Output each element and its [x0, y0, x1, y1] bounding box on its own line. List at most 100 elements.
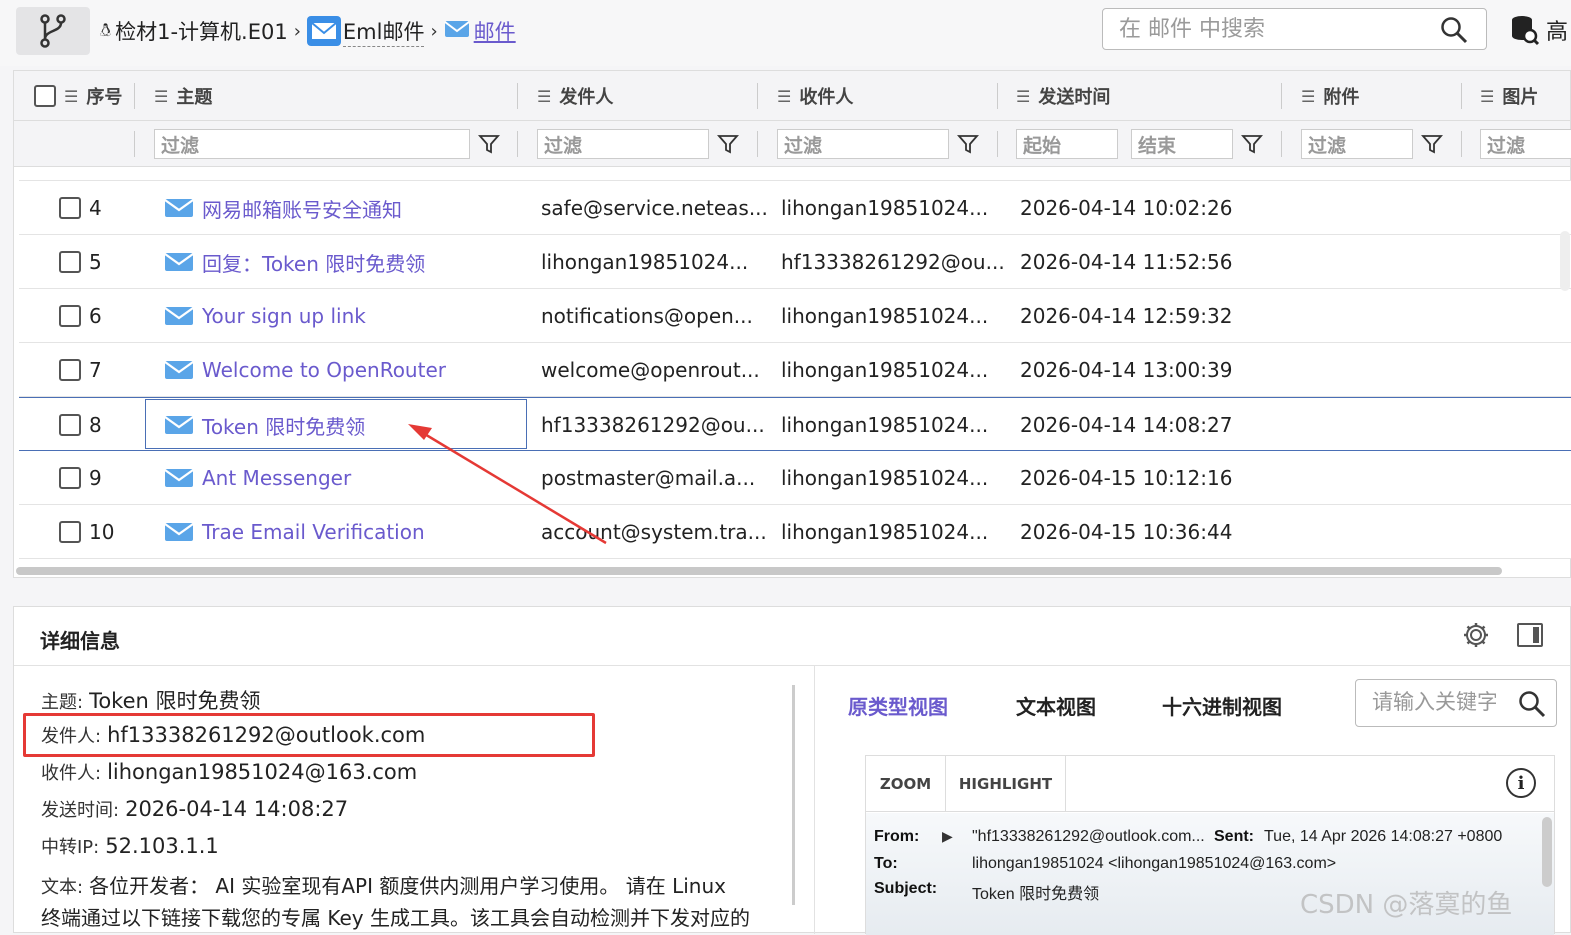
keyword-input[interactable]: [1356, 680, 1496, 724]
table-row[interactable]: 7 Welcome to OpenRouter welcome@openrout..…: [19, 343, 1571, 397]
row-sent-time: 2026-04-14 14:08:27: [1020, 413, 1233, 437]
row-index: 7: [89, 358, 102, 382]
panel-toggle-icon[interactable]: [1517, 623, 1543, 647]
row-checkbox[interactable]: [59, 251, 81, 273]
row-subject[interactable]: 网易邮箱账号安全通知: [202, 194, 402, 223]
row-subject[interactable]: Ant Messenger: [202, 466, 351, 490]
from-value: "hf13338261292@outlook.com...: [972, 828, 1205, 845]
filter-icon[interactable]: [717, 133, 739, 155]
row-subject[interactable]: Trae Email Verification: [202, 520, 425, 544]
from-label: From:: [874, 828, 920, 845]
row-sent-time: 2026-04-14 12:59:32: [1020, 304, 1233, 328]
row-recipient: lihongan19851024...: [781, 196, 989, 220]
column-menu-icon: ☰: [1480, 86, 1495, 106]
row-index: 8: [89, 413, 102, 437]
row-subject-cell[interactable]: Your sign up link: [164, 289, 366, 343]
row-recipient: lihongan19851024...: [781, 466, 989, 490]
row-subject[interactable]: 回复：Token 限时免费领: [202, 248, 425, 277]
breadcrumb-item-evidence[interactable]: 检材1-计算机.E01: [115, 16, 288, 46]
zoom-button[interactable]: ZOOM: [866, 756, 946, 812]
breadcrumb-item-mail[interactable]: 邮件: [474, 16, 516, 46]
row-recipient: lihongan19851024...: [781, 304, 989, 328]
select-all-checkbox[interactable]: [34, 85, 56, 107]
time-start-filter[interactable]: 起始: [1016, 129, 1118, 159]
database-search-icon[interactable]: [1510, 14, 1540, 50]
row-sender: safe@service.neteas...: [541, 196, 768, 220]
table-row[interactable]: 8 Token 限时免费领 hf13338261292@ou... lihongan1…: [19, 397, 1571, 451]
column-header-subject[interactable]: ☰ 主题: [154, 71, 212, 121]
column-header-image[interactable]: ☰ 图片: [1480, 71, 1538, 121]
subject-value: Token 限时免费领: [972, 886, 1100, 903]
row-recipient: lihongan19851024...: [781, 358, 989, 382]
table-row-partial: [19, 167, 1571, 181]
branch-button[interactable]: [16, 7, 90, 55]
search-icon[interactable]: [1518, 690, 1546, 722]
tab-prototype-view[interactable]: 原类型视图: [848, 691, 948, 720]
focused-cell-outline: [145, 399, 527, 449]
row-sent-time: 2026-04-14 13:00:39: [1020, 358, 1233, 382]
row-checkbox[interactable]: [59, 359, 81, 381]
table-row[interactable]: 5 回复：Token 限时免费领 lihongan19851024... hf1333…: [19, 235, 1571, 289]
subject-filter[interactable]: 过滤: [154, 129, 470, 159]
eml-icon: [306, 16, 341, 46]
table-row[interactable]: 10 Trae Email Verification account@system.…: [19, 505, 1571, 559]
row-checkbox[interactable]: [59, 467, 81, 489]
row-checkbox[interactable]: [59, 305, 81, 327]
filter-icon[interactable]: [1421, 133, 1443, 155]
expand-triangle-icon[interactable]: ▶: [942, 828, 953, 845]
column-menu-icon: ☰: [1016, 86, 1031, 106]
highlight-button[interactable]: HIGHLIGHT: [946, 756, 1066, 812]
search-input[interactable]: [1103, 9, 1423, 49]
row-sender: welcome@openrout...: [541, 358, 760, 382]
row-sender: account@system.tra...: [541, 520, 767, 544]
viewer-scrollbar[interactable]: [1542, 817, 1552, 887]
advanced-label[interactable]: 高: [1546, 14, 1568, 46]
row-checkbox[interactable]: [59, 197, 81, 219]
row-subject-cell[interactable]: 网易邮箱账号安全通知: [164, 181, 402, 235]
column-header-index[interactable]: ☰ 序号: [64, 71, 122, 121]
column-header-recipient[interactable]: ☰ 收件人: [777, 71, 853, 121]
row-index-cell: 4: [59, 181, 102, 235]
vertical-scrollbar[interactable]: [1560, 231, 1570, 291]
gear-icon[interactable]: [1462, 621, 1490, 653]
row-index: 6: [89, 304, 102, 328]
row-subject[interactable]: Welcome to OpenRouter: [202, 358, 446, 382]
table-row[interactable]: 6 Your sign up link notifications@open... l…: [19, 289, 1571, 343]
chevron-right-icon: ›: [293, 20, 301, 42]
row-subject-cell[interactable]: Trae Email Verification: [164, 505, 425, 559]
breadcrumb-item-eml[interactable]: Eml邮件: [342, 16, 425, 47]
text-scrollbar[interactable]: [792, 685, 795, 905]
row-subject-cell[interactable]: Ant Messenger: [164, 451, 351, 505]
filter-row: 过滤 过滤 过滤 起始 结束 过滤 过滤: [14, 121, 1571, 167]
filter-icon[interactable]: [478, 133, 500, 155]
attachment-filter[interactable]: 过滤: [1301, 129, 1413, 159]
column-header-sender[interactable]: ☰ 发件人: [537, 71, 613, 121]
detail-relay-ip: 中转IP: 52.103.1.1: [41, 834, 219, 858]
horizontal-scrollbar[interactable]: [16, 567, 1502, 575]
row-subject[interactable]: Your sign up link: [202, 304, 366, 328]
column-header-sent-time[interactable]: ☰ 发送时间: [1016, 71, 1110, 121]
time-end-filter[interactable]: 结束: [1131, 129, 1233, 159]
table-header: ☰ 序号 ☰ 主题 ☰ 发件人 ☰ 收件人 ☰ 发送时间 ☰ 附件 ☰ 图片: [14, 71, 1570, 121]
table-row[interactable]: 9 Ant Messenger postmaster@mail.a... lihong…: [19, 451, 1571, 505]
row-sender: lihongan19851024...: [541, 250, 749, 274]
row-checkbox[interactable]: [59, 414, 81, 436]
tab-hex-view[interactable]: 十六进制视图: [1162, 691, 1282, 720]
search-icon[interactable]: [1440, 16, 1468, 48]
filter-icon[interactable]: [957, 133, 979, 155]
row-index: 10: [89, 520, 115, 544]
to-label: To:: [874, 855, 898, 872]
info-icon[interactable]: i: [1506, 768, 1536, 798]
row-index-cell: 9: [59, 451, 102, 505]
row-subject-cell[interactable]: Welcome to OpenRouter: [164, 343, 446, 397]
table-row[interactable]: 4 网易邮箱账号安全通知 safe@service.neteas... lihonga…: [19, 181, 1571, 235]
row-checkbox[interactable]: [59, 521, 81, 543]
tab-text-view[interactable]: 文本视图: [1016, 691, 1096, 720]
sender-filter[interactable]: 过滤: [537, 129, 709, 159]
recipient-filter[interactable]: 过滤: [777, 129, 949, 159]
filter-icon[interactable]: [1241, 133, 1263, 155]
detail-body: 文本: 各位开发者： AI 实验室现有API 额度供内测用户学习使用。 请在 Li…: [41, 874, 726, 898]
row-subject-cell[interactable]: 回复：Token 限时免费领: [164, 235, 425, 289]
column-header-attachment[interactable]: ☰ 附件: [1301, 71, 1359, 121]
image-filter[interactable]: 过滤: [1480, 129, 1571, 159]
